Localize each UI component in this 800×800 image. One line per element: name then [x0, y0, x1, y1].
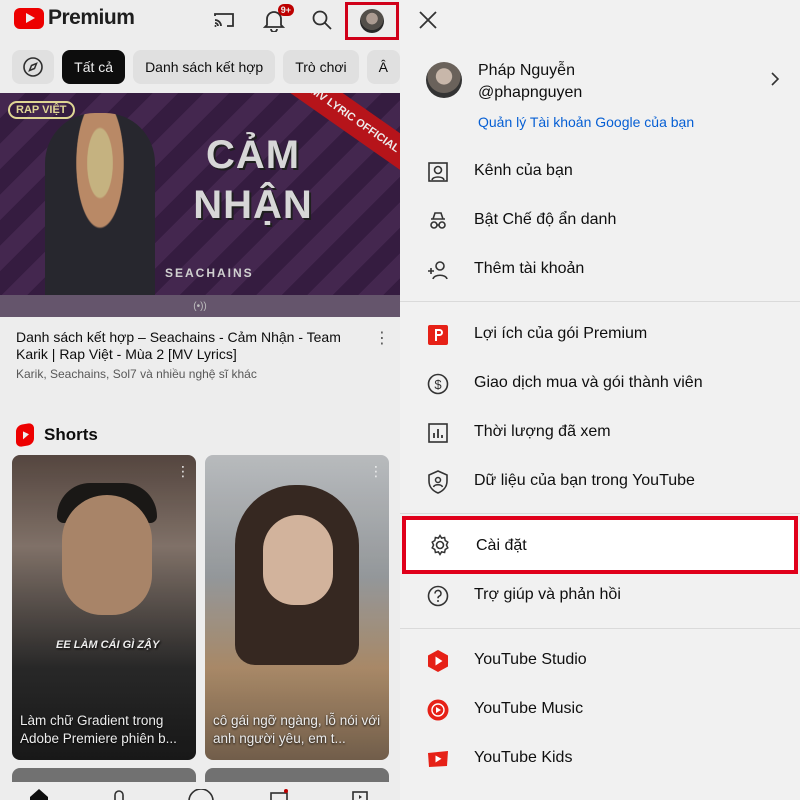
- menu-item-label: Giao dịch mua và gói thành viên: [474, 374, 703, 391]
- avatar: [426, 62, 462, 98]
- explore-chip[interactable]: [12, 50, 55, 84]
- menu-item-label: Lợi ích của gói Premium: [474, 325, 648, 342]
- thumbnail-live-strip: (•)): [0, 295, 400, 317]
- menu-item-purchases-memberships[interactable]: $ Giao dịch mua và gói thành viên: [400, 360, 800, 408]
- account-name: Pháp Nguyễn: [478, 62, 575, 79]
- youtube-kids-icon: [426, 747, 450, 771]
- cast-icon[interactable]: [210, 6, 238, 34]
- menu-item-label: YouTube Music: [474, 700, 584, 717]
- compass-icon: [23, 57, 43, 77]
- thumbnail-artist-image: [45, 113, 155, 313]
- close-icon[interactable]: [414, 6, 442, 34]
- divider: [400, 301, 800, 302]
- svg-text:$: $: [434, 377, 442, 392]
- menu-item-your-channel[interactable]: Kênh của bạn: [400, 148, 800, 196]
- subscriptions-icon[interactable]: [270, 789, 288, 800]
- short-card[interactable]: ⋮ cô gái ngỡ ngàng, lỗ nói với anh người…: [205, 455, 389, 760]
- dollar-icon: $: [426, 372, 450, 396]
- shield-person-icon: [426, 470, 450, 494]
- account-avatar-button[interactable]: [345, 2, 399, 40]
- menu-item-label: Thời lượng đã xem: [474, 423, 611, 440]
- menu-item-settings[interactable]: Cài đặt: [402, 516, 798, 574]
- account-menu-pane: Pháp Nguyễn @phapnguyen Quản lý Tài khoả…: [400, 0, 800, 800]
- more-vert-icon[interactable]: ⋮: [369, 463, 383, 480]
- menu-item-youtube-studio[interactable]: YouTube Studio: [400, 637, 800, 685]
- bar-chart-icon: [426, 421, 450, 445]
- home-feed-pane: Premium 9+ Tất cả Danh sách kết hợp Trò …: [0, 0, 400, 800]
- account-header[interactable]: Pháp Nguyễn @phapnguyen Quản lý Tài khoả…: [426, 58, 786, 138]
- menu-item-label: Cài đặt: [476, 537, 527, 554]
- youtube-premium-logo[interactable]: Premium: [14, 6, 135, 30]
- short-card[interactable]: ⋮ EE LÀM CÁI GÌ ZẬY Làm chữ Gradient tro…: [12, 455, 196, 760]
- featured-video-thumbnail[interactable]: RAP VIỆT MV LYRIC OFFICIAL CẢM NHẬN SEAC…: [0, 93, 400, 317]
- chip-more[interactable]: Â: [366, 50, 400, 84]
- filter-chips: Tất cả Danh sách kết hợp Trò chơi Â: [0, 50, 400, 86]
- menu-item-premium-benefits[interactable]: Lợi ích của gói Premium: [400, 311, 800, 359]
- menu-item-label: Kênh của bạn: [474, 162, 573, 179]
- short-title: Làm chữ Gradient trong Adobe Premiere ph…: [20, 713, 177, 746]
- chip-games[interactable]: Trò chơi: [283, 50, 359, 84]
- menu-item-label: YouTube Studio: [474, 651, 587, 668]
- short-title: cô gái ngỡ ngàng, lỗ nói với anh người y…: [213, 713, 381, 746]
- library-icon[interactable]: [350, 789, 368, 800]
- menu-item-youtube-kids[interactable]: YouTube Kids: [400, 735, 800, 783]
- home-icon[interactable]: [30, 789, 48, 800]
- logo-text: Premium: [48, 6, 135, 29]
- shorts-nav-icon[interactable]: [110, 789, 128, 800]
- person-box-icon: [426, 160, 450, 184]
- youtube-logo-icon: [14, 7, 44, 29]
- thumbnail-artist-name: SEACHAINS: [165, 266, 254, 280]
- notifications-icon[interactable]: 9+: [260, 4, 294, 34]
- youtube-music-icon: [426, 698, 450, 722]
- avatar: [360, 9, 384, 33]
- menu-item-label: Trợ giúp và phản hồi: [474, 586, 621, 603]
- youtube-studio-icon: [426, 649, 450, 673]
- gear-icon: [428, 533, 452, 557]
- notification-badge: 9+: [277, 4, 294, 16]
- short-overlay-caption: EE LÀM CÁI GÌ ZẬY: [56, 639, 160, 651]
- bottom-navigation: [0, 782, 400, 800]
- top-app-bar: Premium 9+: [0, 0, 400, 40]
- menu-item-label: Thêm tài khoản: [474, 260, 585, 277]
- menu-item-help-feedback[interactable]: Trợ giúp và phản hồi: [400, 572, 800, 620]
- chip-all[interactable]: Tất cả: [62, 50, 126, 84]
- search-icon[interactable]: [308, 6, 336, 34]
- shorts-icon: [16, 422, 34, 448]
- add-person-icon: [426, 258, 450, 282]
- divider: [400, 513, 800, 514]
- chevron-right-icon: [768, 72, 782, 86]
- next-short-card-peek: [205, 768, 389, 782]
- live-indicator-icon: (•)): [193, 300, 207, 312]
- thumbnail-show-badge: RAP VIỆT: [8, 101, 75, 119]
- create-icon[interactable]: [188, 789, 214, 800]
- help-icon: [426, 584, 450, 608]
- chip-mixes[interactable]: Danh sách kết hợp: [133, 50, 276, 84]
- menu-item-time-watched[interactable]: Thời lượng đã xem: [400, 409, 800, 457]
- menu-item-incognito[interactable]: Bật Chế độ ẩn danh: [400, 197, 800, 245]
- featured-video-meta: Karik, Seachains, Sol7 và nhiều nghệ sĩ …: [16, 367, 257, 381]
- account-handle: @phapnguyen: [478, 84, 583, 101]
- menu-item-youtube-music[interactable]: YouTube Music: [400, 686, 800, 734]
- next-short-card-peek: [12, 768, 196, 782]
- menu-item-your-data[interactable]: Dữ liệu của bạn trong YouTube: [400, 458, 800, 506]
- shorts-section-heading: Shorts: [16, 422, 98, 448]
- menu-item-label: Bật Chế độ ẩn danh: [474, 211, 617, 228]
- menu-item-label: Dữ liệu của bạn trong YouTube: [474, 472, 695, 489]
- divider: [400, 628, 800, 629]
- featured-video-title[interactable]: Danh sách kết hợp – Seachains - Cảm Nhận…: [16, 329, 371, 363]
- more-vert-icon[interactable]: ⋮: [374, 330, 390, 348]
- more-vert-icon[interactable]: ⋮: [176, 463, 190, 480]
- premium-icon: [426, 323, 450, 347]
- menu-item-label: YouTube Kids: [474, 749, 573, 766]
- manage-google-account-link[interactable]: Quản lý Tài khoản Google của bạn: [478, 114, 694, 130]
- incognito-icon: [426, 209, 450, 233]
- menu-item-add-account[interactable]: Thêm tài khoản: [400, 246, 800, 294]
